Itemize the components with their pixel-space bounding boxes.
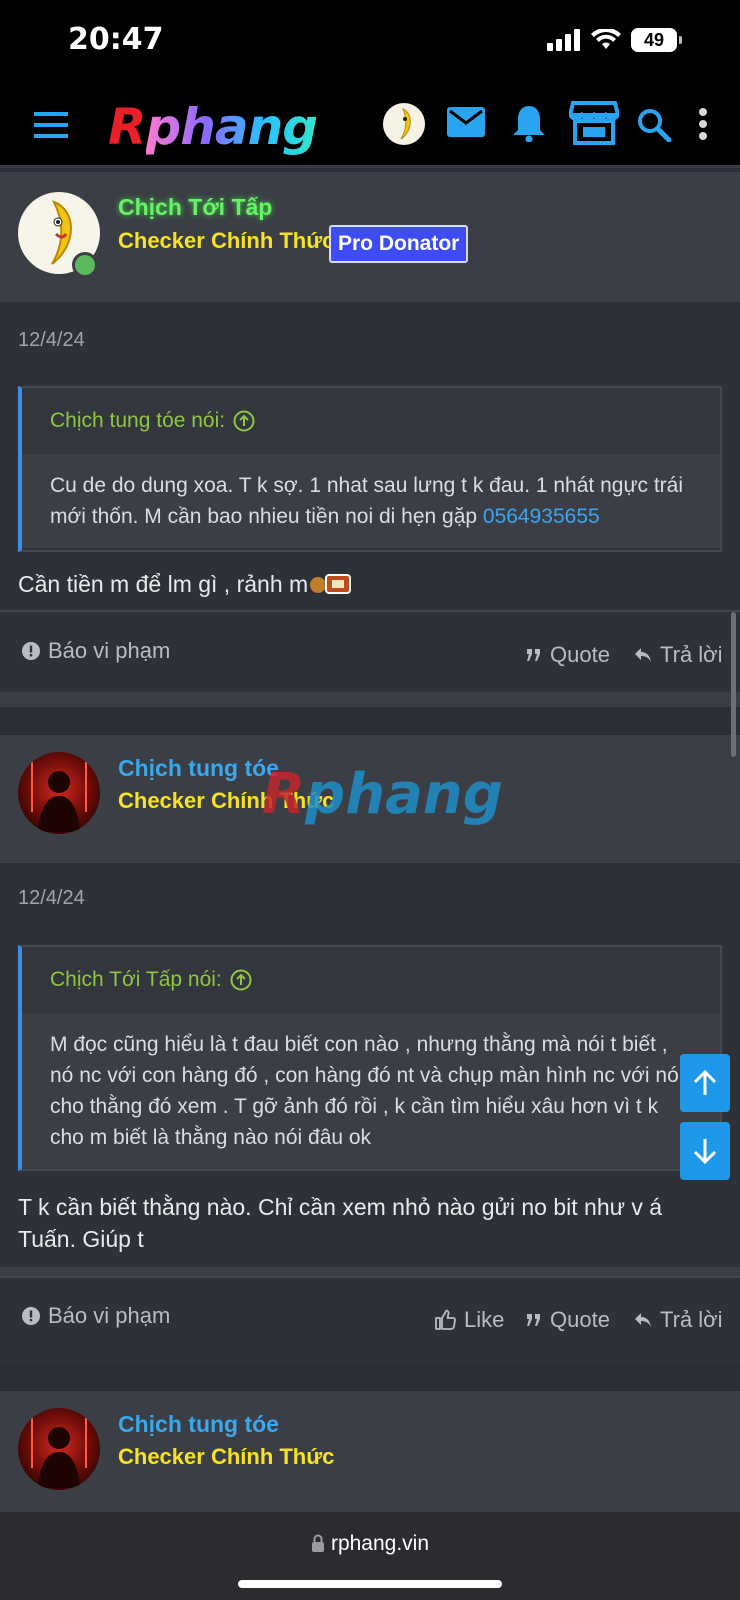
scroll-top-button[interactable]: [680, 1054, 730, 1112]
wifi-icon: [591, 29, 621, 49]
figure-silhouette-icon: [31, 1418, 87, 1488]
signal-icon: [547, 29, 580, 51]
author-avatar[interactable]: [18, 752, 100, 834]
reply-button[interactable]: Trả lời: [634, 642, 723, 668]
report-label: Báo vi phạm: [48, 1303, 171, 1328]
watermark-rest: phang: [305, 762, 503, 827]
url-bar[interactable]: rphang.vin: [0, 1532, 740, 1556]
arrow-up-circle-icon: [233, 410, 255, 432]
emoji-icon: [310, 574, 352, 594]
author-avatar[interactable]: [18, 1408, 100, 1490]
lock-icon: [311, 1534, 324, 1552]
post-body: 12/4/24 Chịch Tới Tấp nói: M đọc cũng hi…: [0, 865, 740, 1267]
site-logo[interactable]: Rphang: [108, 98, 319, 156]
browser-bar: rphang.vin: [0, 1512, 740, 1600]
quote-header[interactable]: Chịch tung tóe nói:: [22, 388, 720, 454]
logo-rest: phang: [145, 98, 319, 156]
scroll-bottom-button[interactable]: [680, 1122, 730, 1180]
mail-icon[interactable]: [447, 107, 485, 137]
post-date[interactable]: 12/4/24: [18, 887, 85, 910]
post-actions: Báo vi phạm Quote Trả lời: [0, 610, 740, 692]
reply-label: Trả lời: [660, 642, 723, 667]
author-name[interactable]: Chịch Tới Tấp: [118, 194, 272, 221]
quote-label: Quote: [550, 1307, 610, 1332]
quote-body: Cu de do dung xoa. T k sợ. 1 nhat sau lư…: [22, 454, 720, 548]
quote-block: Chịch tung tóe nói: Cu de do dung xoa. T…: [18, 386, 722, 552]
watermark-logo: Rphang: [262, 762, 503, 827]
quote-author: Chịch Tới Tấp nói:: [50, 968, 222, 991]
more-options-icon[interactable]: [698, 108, 708, 140]
battery-level: 49: [631, 28, 677, 52]
post-message: T k cần biết thằng nào. Chỉ cần xem nhỏ …: [18, 1194, 663, 1252]
author-name[interactable]: Chịch tung tóe: [118, 755, 279, 782]
quote-header[interactable]: Chịch Tới Tấp nói:: [22, 947, 720, 1013]
home-indicator[interactable]: [238, 1580, 502, 1588]
online-status-icon: [72, 252, 98, 278]
status-bar: 20:47 49: [0, 0, 740, 84]
status-icons: 49: [547, 28, 682, 52]
quote-block: Chịch Tới Tấp nói: M đọc cũng hiểu là t …: [18, 945, 722, 1171]
quote-icon: [527, 649, 540, 661]
app-header: Rphang: [0, 84, 740, 168]
post-header: Chịch Tới Tấp Checker Chính Thức Pro Don…: [0, 172, 740, 304]
quote-button[interactable]: Quote: [526, 642, 610, 668]
user-title: Checker Chính Thức: [118, 228, 335, 253]
quote-label: Quote: [550, 642, 610, 667]
like-button[interactable]: Like: [434, 1307, 504, 1333]
post-actions: Báo vi phạm Like Quote Trả lời: [0, 1276, 740, 1363]
phone-link[interactable]: 0564935655: [483, 505, 600, 528]
report-button[interactable]: Báo vi phạm: [22, 1303, 170, 1329]
search-icon[interactable]: [637, 108, 671, 142]
post-2: Chịch tung tóe Checker Chính Thức 12/4/2…: [0, 735, 740, 1363]
quote-author: Chịch tung tóe nói:: [50, 409, 226, 432]
alert-icon: [22, 1307, 40, 1325]
banana-icon: [400, 108, 411, 140]
status-time: 20:47: [68, 22, 164, 57]
message-text: Cần tiền m để lm gì , rảnh m: [18, 571, 309, 597]
reply-icon: [635, 648, 651, 662]
like-label: Like: [464, 1307, 505, 1332]
quote-button[interactable]: Quote: [526, 1307, 610, 1333]
bell-icon[interactable]: [512, 104, 546, 142]
scrollbar[interactable]: [731, 612, 736, 757]
quote-body: M đọc cũng hiểu là t đau biết con nào , …: [22, 1013, 720, 1169]
post-message: Cần tiền m để lm gì , rảnh m: [18, 568, 718, 600]
arrow-up-icon: [693, 1069, 717, 1095]
logo-r: R: [108, 98, 147, 156]
store-icon[interactable]: [569, 101, 619, 145]
alert-icon: [22, 642, 40, 660]
post-3: Chịch tung tóe Checker Chính Thức: [0, 1391, 740, 1512]
menu-icon[interactable]: [34, 112, 68, 138]
arrow-down-icon: [693, 1139, 717, 1165]
reply-icon: [635, 1313, 651, 1327]
post-header: Chịch tung tóe Checker Chính Thức: [0, 1391, 740, 1512]
post-body: 12/4/24 Chịch tung tóe nói: Cu de do dun…: [0, 304, 740, 627]
report-label: Báo vi phạm: [48, 638, 171, 663]
user-title: Checker Chính Thức: [118, 1444, 335, 1469]
reply-button[interactable]: Trả lời: [634, 1307, 723, 1333]
author-name[interactable]: Chịch tung tóe: [118, 1411, 279, 1438]
battery-tip: [679, 36, 682, 44]
quote-icon: [527, 1314, 540, 1326]
arrow-up-circle-icon: [230, 969, 252, 991]
thumbs-up-icon: [435, 1309, 456, 1330]
reply-label: Trả lời: [660, 1307, 723, 1332]
figure-silhouette-icon: [31, 762, 87, 832]
watermark-r: R: [262, 762, 306, 827]
post-1: Chịch Tới Tấp Checker Chính Thức Pro Don…: [0, 172, 740, 707]
report-button[interactable]: Báo vi phạm: [22, 638, 170, 664]
url-text: rphang.vin: [330, 1532, 430, 1555]
post-date[interactable]: 12/4/24: [18, 329, 85, 352]
user-avatar[interactable]: [383, 103, 425, 145]
pro-donator-badge: Pro Donator: [329, 225, 469, 263]
